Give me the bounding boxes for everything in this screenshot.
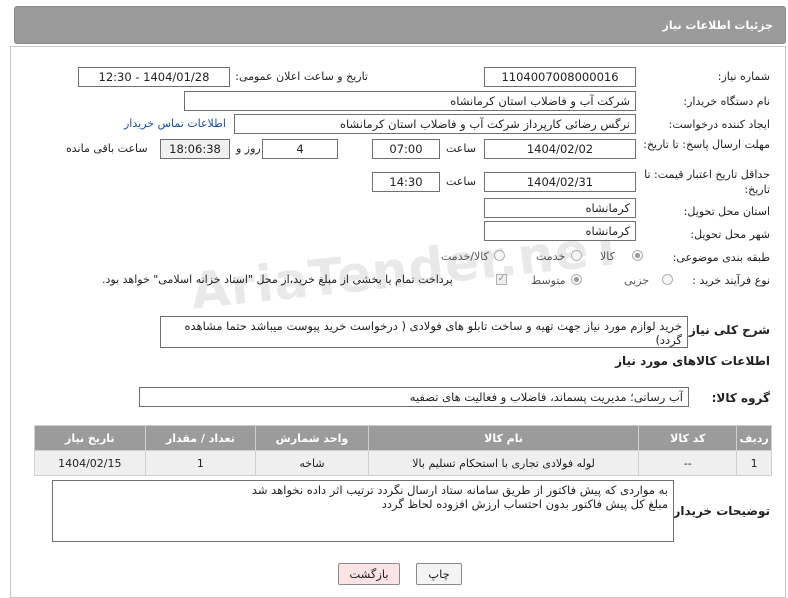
announce-label: تاریخ و ساعت اعلان عمومی: [235, 70, 368, 83]
remaining-time-label: ساعت باقی مانده [66, 142, 148, 155]
col-unit: واحد شمارش [255, 425, 369, 451]
col-need-date: تاریخ نیاز [34, 425, 146, 451]
city-field: کرمانشاه [484, 221, 636, 241]
need-date-cell: 1404/02/15 [34, 450, 146, 476]
need-number-label: شماره نیاز: [717, 70, 770, 83]
unit-cell: شاخه [255, 450, 369, 476]
quantity-cell: 1 [144, 450, 257, 476]
price-time-label: ساعت [446, 175, 476, 188]
city-label: شهر محل تحویل: [690, 228, 770, 241]
goods-section-title: اطلاعات کالاهای مورد نیاز [615, 354, 770, 368]
days-remaining-field: 4 [262, 139, 338, 159]
buyer-notes-line-2: مبلغ کل پیش فاکتور بدون احتساب ارزش افزو… [381, 497, 668, 511]
goods-table-header-row: ردیف کد کالا نام کالا واحد شمارش تعداد /… [34, 425, 772, 451]
goods-group-label: گروه کالا: [711, 391, 770, 405]
row-number-cell: 1 [736, 450, 772, 476]
reply-deadline-label: مهلت ارسال پاسخ: تا تاریخ: [643, 138, 770, 151]
buyer-notes-label: توضیحات خریدار: [668, 504, 770, 518]
price-time-field: 14:30 [372, 172, 440, 192]
treasury-payment-note: پرداخت تمام یا بخشی از مبلغ خرید،از محل … [102, 273, 453, 286]
category-both-label: کالا/خدمت [441, 250, 489, 263]
col-goods-code: کد کالا [638, 425, 738, 451]
category-goods-label: کالا [600, 250, 615, 263]
reply-time-field: 07:00 [372, 139, 440, 159]
col-quantity: تعداد / مقدار [144, 425, 257, 451]
goods-code-cell: -- [638, 450, 738, 476]
print-button[interactable]: چاپ [416, 563, 462, 585]
category-goods-radio[interactable] [632, 250, 643, 261]
table-row: 1 -- لوله فولادی تجاری با استحکام تسلیم … [34, 450, 772, 476]
category-label: طبقه بندی موضوعی: [672, 251, 770, 264]
price-date-field: 1404/02/31 [484, 172, 636, 192]
province-label: استان محل تحویل: [683, 205, 770, 218]
need-number-field: 1104007008000016 [484, 67, 636, 87]
col-row-number: ردیف [736, 425, 772, 451]
process-medium-radio[interactable] [571, 274, 582, 285]
goods-name-cell: لوله فولادی تجاری با استحکام تسلیم بالا [367, 450, 640, 476]
buyer-notes-field: به مواردی که پیش فاکتور از طریق سامانه س… [52, 480, 674, 542]
creator-field: نرگس رضائی کارپرداز شرکت آب و فاضلاب است… [234, 114, 636, 134]
description-field: خرید لوازم مورد نیاز جهت تهیه و ساخت تاب… [160, 316, 688, 348]
buyer-org-label: نام دستگاه خریدار: [683, 95, 770, 108]
province-field: کرمانشاه [484, 198, 636, 218]
creator-label: ایجاد کننده درخواست: [668, 118, 770, 131]
page-title: جزئیات اطلاعات نیاز [662, 19, 774, 32]
reply-time-label: ساعت [446, 142, 476, 155]
days-label: روز و [236, 142, 261, 155]
page-header: جزئیات اطلاعات نیاز [14, 6, 786, 44]
remaining-time-field: 18:06:38 [160, 139, 230, 159]
buyer-contact-link[interactable]: اطلاعات تماس خریدار [124, 117, 226, 130]
category-both-radio[interactable] [494, 250, 505, 261]
process-minor-label: جزیی [624, 274, 650, 287]
col-goods-name: نام کالا [367, 425, 640, 451]
goods-group-field: آب رسانی؛ مدیریت پسماند، فاضلاب و فعالیت… [139, 387, 689, 407]
category-service-radio[interactable] [571, 250, 582, 261]
back-button[interactable]: بازگشت [338, 563, 400, 585]
goods-table: ردیف کد کالا نام کالا واحد شمارش تعداد /… [34, 425, 772, 476]
price-validity-label: حداقل تاریخ اعتبار قیمت: تا تاریخ: [644, 168, 770, 196]
description-label: شرح کلی نیاز: [684, 323, 770, 337]
buyer-org-field: شرکت آب و فاضلاب استان کرمانشاه [184, 91, 636, 111]
process-minor-radio[interactable] [662, 274, 673, 285]
process-label: نوع فرآیند خرید : [692, 274, 770, 287]
treasury-payment-checkbox[interactable]: ✓ [496, 274, 507, 285]
reply-date-field: 1404/02/02 [484, 139, 636, 159]
announce-field: 1404/01/28 - 12:30 [78, 67, 230, 87]
category-service-label: خدمت [536, 250, 566, 263]
process-medium-label: متوسط [531, 274, 566, 287]
buyer-notes-line-1: به مواردی که پیش فاکتور از طریق سامانه س… [251, 483, 668, 497]
